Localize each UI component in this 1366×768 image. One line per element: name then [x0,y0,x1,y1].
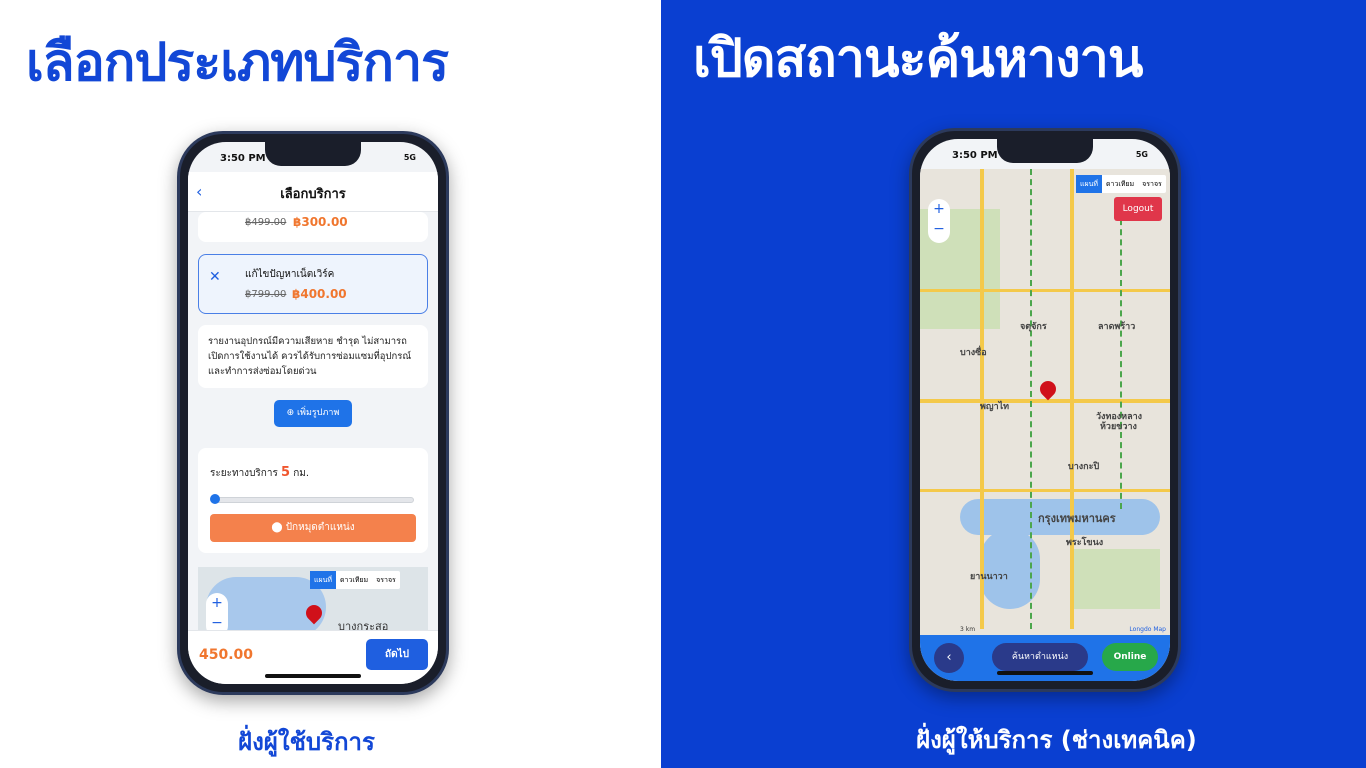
map-road [1070,169,1074,629]
city-label: บางซื่อ [960,348,987,358]
map-tab-map[interactable]: แผนที่ [310,571,337,589]
map-type-tabs: แผนที่ ดาวเทียม จราจร [310,571,400,589]
right-headline: เปิดสถานะค้นหางาน [693,29,1143,89]
job-search-map[interactable]: กรุงเทพมหานคร ลาดพร้าว ห้วยขวาง พญาไท บา… [920,169,1170,635]
home-indicator [997,671,1093,675]
distance-text: ระยะทางบริการ [210,468,278,479]
search-location-button[interactable]: ค้นหาตำแหน่ง [992,643,1088,671]
signal-indicator: 5G [403,153,416,162]
pin-location-button[interactable]: ⬤ ปักหมุดตำแหน่ง [210,514,416,542]
user-phone: 3:50 PM 5G ‹ เลือกบริการ ฿499.00 ฿300.00… [177,131,449,695]
distance-value: 5 [281,465,291,480]
city-label: วังทองหลาง [1096,412,1143,422]
pin-button-label: ปักหมุดตำแหน่ง [285,522,355,533]
city-label: พระโขนง [1066,538,1104,548]
map-tab-map[interactable]: แผนที่ [1076,175,1103,193]
next-button[interactable]: ถัดไป [366,639,428,670]
status-time: 3:50 PM [220,153,266,164]
location-pin-icon: ⬤ [271,522,286,533]
map-road [920,489,1170,492]
map-park-area [1070,549,1160,609]
map-tab-satellite[interactable]: ดาวเทียม [336,571,372,589]
left-caption: ฝั่งผู้ใช้บริการ [238,728,375,756]
signal-indicator: 5G [1135,150,1148,159]
plus-circle-icon: ⊕ [286,408,297,418]
map-type-tabs: แผนที่ ดาวเทียม จราจร [1076,175,1166,193]
right-caption: ฝั่งผู้ให้บริการ (ช่างเทคนิค) [916,726,1197,754]
service-name: แก้ไขปัญหาเน็ตเวิร์ค [245,269,335,280]
map-road [920,289,1170,292]
right-panel: เปิดสถานะค้นหางาน 3:50 PM 5G กรุงเทพมหาน… [661,0,1366,768]
total-price: 450.00 [199,647,254,663]
transit-line [1120,209,1122,509]
provider-phone-screen: 3:50 PM 5G กรุงเทพมหานคร ลาดพร้าว ห้วยขว… [920,139,1170,681]
transit-line [1030,169,1032,629]
map-attribution: Longdo Map [1129,626,1166,633]
city-label: จตุจักร [1020,322,1047,332]
provider-phone: 3:50 PM 5G กรุงเทพมหานคร ลาดพร้าว ห้วยขว… [909,128,1181,692]
map-pin-icon [1036,377,1060,401]
old-price: ฿799.00 [245,289,287,300]
location-map[interactable]: แผนที่ ดาวเทียม จราจร + − บางกระสอ [198,567,428,637]
app-bar: ‹ เลือกบริการ [188,172,438,212]
left-headline: เลือกประเภทบริการ [26,33,449,93]
zoom-control[interactable]: + − [928,199,950,243]
distance-slider[interactable] [212,497,414,503]
service-card-selected[interactable]: ✕ แก้ไขปัญหาเน็ตเวิร์ค ฿799.00 ฿400.00 [198,254,428,314]
back-icon[interactable]: ‹ [934,643,964,673]
tools-icon: ✕ [209,269,221,285]
city-label: กรุงเทพมหานคร [1038,512,1116,525]
new-price: ฿400.00 [292,287,347,301]
add-photo-button[interactable]: ⊕ เพิ่มรูปภาพ [274,400,352,427]
map-tab-traffic[interactable]: จราจร [1138,175,1166,193]
old-price: ฿499.00 [245,217,287,228]
map-scale: 3 km [960,626,976,633]
distance-slider-handle[interactable] [210,494,220,504]
distance-label: ระยะทางบริการ 5 กม. [210,465,309,481]
status-time: 3:50 PM [952,150,998,161]
home-indicator [265,674,361,678]
city-label: ยานนาวา [970,572,1008,582]
left-panel: เลือกประเภทบริการ 3:50 PM 5G ‹ เลือกบริก… [0,0,661,768]
online-toggle[interactable]: Online [1102,643,1158,671]
distance-card: ระยะทางบริการ 5 กม. ⬤ ปักหมุดตำแหน่ง [198,448,428,553]
city-label: บางกะปิ [1068,462,1100,472]
page-title: เลือกบริการ [280,187,346,202]
map-tab-traffic[interactable]: จราจร [372,571,400,589]
service-card-previous[interactable]: ฿499.00 ฿300.00 [198,212,428,242]
map-tab-satellite[interactable]: ดาวเทียม [1102,175,1138,193]
map-road [920,399,1170,403]
city-label: ลาดพร้าว [1098,322,1136,332]
add-photo-label: เพิ่มรูปภาพ [296,408,340,418]
new-price: ฿300.00 [293,215,348,229]
problem-description[interactable]: รายงานอุปกรณ์มีความเสียหาย ชำรุด ไม่สามา… [198,325,428,388]
logout-button[interactable]: Logout [1114,197,1162,221]
phone-notch [265,142,361,166]
user-phone-screen: 3:50 PM 5G ‹ เลือกบริการ ฿499.00 ฿300.00… [188,142,438,684]
distance-unit: กม. [293,468,310,479]
phone-notch [997,139,1093,163]
city-label: พญาไท [980,402,1010,412]
